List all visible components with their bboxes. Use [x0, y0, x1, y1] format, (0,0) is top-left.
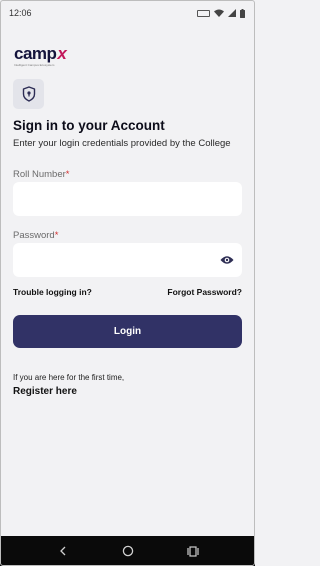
status-bar: 12:06 [0, 0, 255, 26]
required-mark: * [54, 230, 59, 241]
battery-saver-icon [197, 9, 210, 17]
roll-number-label-text: Roll Number [13, 169, 66, 180]
logo-accent: x [57, 44, 67, 63]
campx-logo: camp x Intelligent Campus Ecosystem [14, 44, 67, 70]
back-icon[interactable] [53, 541, 73, 561]
trouble-logging-link[interactable]: Trouble logging in? [13, 287, 92, 297]
shield-lock-icon [22, 86, 35, 102]
battery-icon [240, 8, 245, 18]
signal-icon [228, 9, 236, 17]
system-nav-bar [0, 536, 255, 566]
home-icon[interactable] [118, 541, 138, 561]
roll-number-input[interactable] [13, 182, 242, 216]
status-time: 12:06 [9, 8, 32, 18]
page-subtitle: Enter your login credentials provided by… [13, 138, 231, 149]
logo-word: camp [14, 44, 57, 63]
eye-icon[interactable] [219, 252, 235, 268]
register-link[interactable]: Register here [13, 386, 77, 397]
login-button[interactable]: Login [13, 315, 242, 348]
password-label: Password* [13, 230, 58, 241]
roll-number-label: Roll Number* [13, 169, 70, 180]
password-input[interactable] [13, 243, 242, 277]
page-title: Sign in to your Account [13, 118, 165, 133]
required-mark: * [65, 169, 70, 180]
status-icons [197, 8, 245, 18]
password-label-text: Password [13, 230, 55, 241]
recents-icon[interactable] [183, 541, 203, 561]
wifi-icon [214, 9, 224, 17]
forgot-password-link[interactable]: Forgot Password? [167, 287, 242, 297]
first-time-text: If you are here for the first time, [13, 373, 125, 382]
shield-tile [13, 79, 44, 109]
